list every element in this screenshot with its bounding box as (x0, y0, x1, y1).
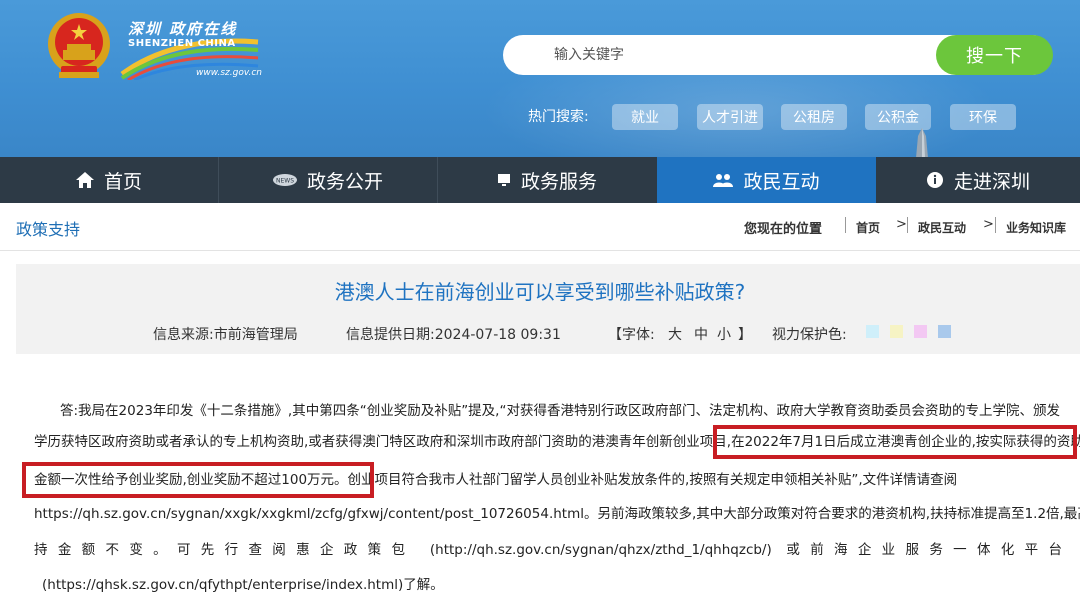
font-size-medium[interactable]: 中 (694, 324, 708, 344)
hot-search-tag[interactable]: 人才引进 (697, 104, 763, 130)
national-emblem-icon (48, 13, 110, 78)
article-paragraph-line: https://qh.sz.gov.cn/sygnan/xxgk/xxgkml/… (34, 506, 1080, 522)
news-icon: NEWS (272, 173, 297, 187)
nav-item-label: 政民互动 (743, 170, 820, 193)
font-size-label: 【字体: (608, 327, 655, 343)
monitor-icon (497, 173, 511, 187)
breadcrumb-divider (845, 217, 846, 233)
breadcrumb-divider (995, 217, 996, 233)
eye-care-swatch[interactable] (938, 325, 951, 338)
article-source: 信息来源:市前海管理局 (153, 327, 298, 343)
breadcrumb-separator: > (983, 217, 994, 232)
font-size-large[interactable]: 大 (668, 324, 682, 344)
article-paragraph-line: 答:我局在2023年印发《十二条措施》,其中第四条“创业奖励及补贴”提及,“对获… (60, 403, 1060, 419)
font-size-small[interactable]: 小 (717, 324, 731, 344)
logo-english-text: SHENZHEN CHINA (128, 38, 236, 49)
search-button[interactable]: 搜一下 (936, 35, 1053, 75)
home-icon (75, 172, 94, 188)
breadcrumb-item-knowledge-base[interactable]: 业务知识库 (1006, 219, 1066, 236)
breadcrumb-item-home[interactable]: 首页 (856, 219, 880, 236)
nav-item-label: 首页 (103, 170, 142, 193)
highlight-box (713, 425, 1077, 459)
section-title[interactable]: 政策支持 (16, 216, 80, 240)
page: 深圳 政府在线 SHENZHEN CHINA www.sz.gov.cn 搜一下… (0, 0, 1080, 603)
svg-text:NEWS: NEWS (276, 178, 294, 185)
tower-decoration (916, 128, 928, 157)
article-paragraph-line: 持金额不变。可先行查阅惠企政策包 (http://qh.sz.gov.cn/sy… (34, 542, 1062, 558)
hot-search-tag[interactable]: 公积金 (865, 104, 931, 130)
info-chat-icon (926, 171, 944, 189)
article-paragraph-line: (https://qhsk.sz.gov.cn/qfythpt/enterpri… (42, 577, 444, 593)
highlight-box (22, 462, 374, 498)
hot-search-label: 热门搜索: (528, 109, 589, 125)
logo-chinese-text: 深圳 政府在线 (128, 20, 238, 38)
eye-care-swatch[interactable] (890, 325, 903, 338)
hot-search-tag[interactable]: 环保 (950, 104, 1016, 130)
breadcrumb-divider (907, 217, 908, 233)
hot-search-tag[interactable]: 公租房 (781, 104, 847, 130)
nav-item-label: 政务服务 (520, 170, 597, 193)
breadcrumb-item-interaction[interactable]: 政民互动 (918, 219, 966, 236)
article-title: 港澳人士在前海创业可以享受到哪些补贴政策? (334, 280, 746, 304)
search-input[interactable] (540, 37, 948, 73)
nav-item-about-shenzhen[interactable]: 走进深圳 (876, 157, 1080, 203)
font-size-bracket: 】 (738, 327, 752, 343)
nav-item-home[interactable]: 首页 (0, 157, 218, 203)
hot-search-tag[interactable]: 就业 (612, 104, 678, 130)
site-header: 深圳 政府在线 SHENZHEN CHINA www.sz.gov.cn 搜一下… (0, 0, 1080, 157)
eye-care-label: 视力保护色: (772, 327, 847, 343)
nav-item-services[interactable]: 政务服务 (438, 157, 656, 203)
article-date: 信息提供日期:2024-07-18 09:31 (346, 327, 561, 343)
eye-care-swatch[interactable] (866, 325, 879, 338)
nav-item-label: 政务公开 (306, 170, 383, 193)
people-icon (713, 173, 734, 187)
logo-url-text: www.sz.gov.cn (196, 68, 262, 78)
eye-care-swatch[interactable] (914, 325, 927, 338)
breadcrumb-separator: > (896, 217, 907, 232)
nav-item-label: 走进深圳 (953, 170, 1030, 193)
location-label: 您现在的位置 (744, 222, 823, 237)
nav-item-interaction[interactable]: 政民互动 (657, 157, 876, 203)
main-nav: 首页 NEWS 政务公开 政务服务 政民互动 走进深圳 (0, 157, 1080, 203)
nav-item-public-affairs[interactable]: NEWS 政务公开 (219, 157, 437, 203)
